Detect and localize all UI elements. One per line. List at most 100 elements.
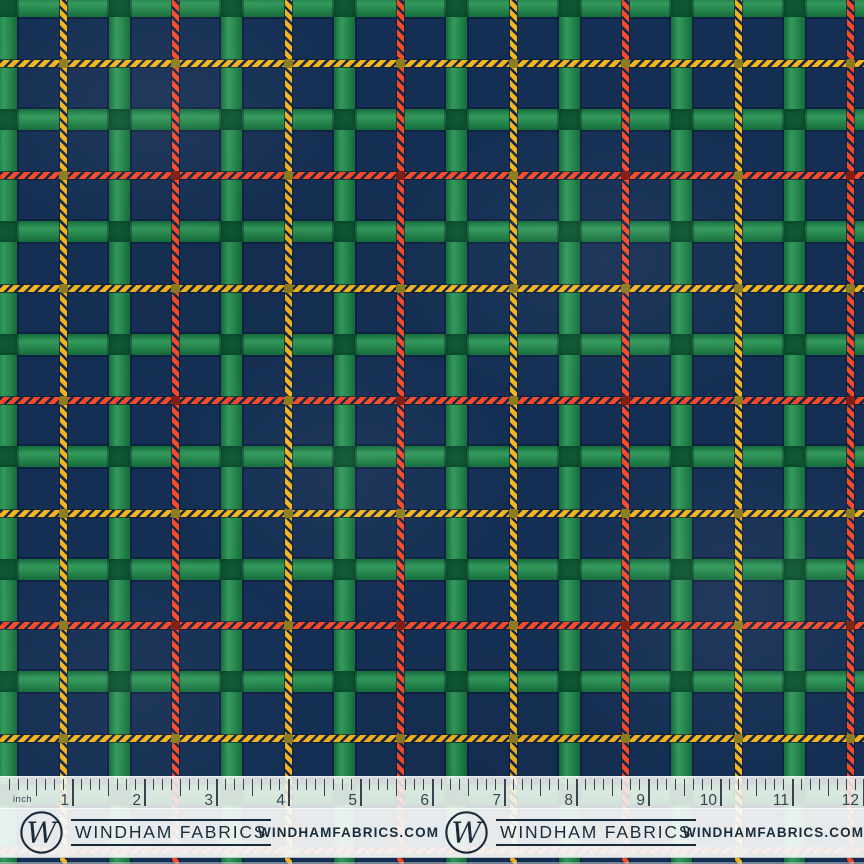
brand-domain: WINDHAMFABRICS.COM — [258, 824, 412, 842]
rope-crossing-dot — [846, 171, 855, 180]
ruler-tick — [522, 779, 523, 790]
rope-crossing-dot — [59, 284, 68, 293]
ruler-tick — [234, 779, 235, 790]
ruler-tick — [243, 779, 244, 790]
ruler-tick — [306, 779, 307, 790]
ruler-tick — [783, 779, 784, 790]
rope-crossing-dot — [734, 284, 743, 293]
ruler-tick — [657, 779, 658, 790]
ruler-tick — [387, 779, 388, 790]
band-crossing-square — [334, 671, 355, 692]
ruler-tick — [567, 779, 568, 790]
rope-crossing-dot — [846, 734, 855, 743]
band-crossing-square — [784, 109, 805, 130]
ruler-tick — [333, 779, 334, 790]
rope-crossing-dot — [846, 509, 855, 518]
band-crossing-square — [446, 559, 467, 580]
svg-text:W: W — [26, 815, 59, 849]
ruler-tick — [378, 779, 379, 790]
ruler-tick — [558, 779, 559, 790]
ruler-tick — [18, 779, 19, 790]
ruler-tick — [99, 779, 100, 790]
ruler-tick — [117, 779, 118, 790]
rope-crossing-dot — [621, 509, 630, 518]
brand-unit: WWINDHAM FABRICSWINDHAMFABRICS.COM — [0, 808, 440, 857]
ruler-tick — [189, 779, 190, 790]
ruler-tick — [360, 779, 362, 806]
brand-name: WINDHAM FABRICS — [496, 819, 696, 846]
band-crossing-square — [0, 446, 17, 467]
svg-text:W: W — [451, 815, 484, 849]
rope-crossing-dot — [284, 396, 293, 405]
ruler-tick — [504, 779, 506, 806]
rope-crossing-dot — [59, 59, 68, 68]
ruler-tick — [342, 779, 343, 790]
ruler-tick — [135, 779, 136, 790]
band-crossing-square — [671, 559, 692, 580]
band-crossing-square — [109, 334, 130, 355]
ruler-tick — [144, 779, 146, 806]
ruler-tick — [369, 779, 370, 790]
rope-crossing-dot — [171, 284, 180, 293]
ruler-tick — [576, 779, 578, 806]
band-crossing-square — [334, 446, 355, 467]
rope-crossing-dot — [846, 621, 855, 630]
rope-crossing-dot — [171, 509, 180, 518]
rope-crossing-dot — [59, 734, 68, 743]
ruler-tick — [693, 779, 694, 790]
band-crossing-square — [109, 109, 130, 130]
band-crossing-square — [784, 221, 805, 242]
rope-crossing-dot — [171, 171, 180, 180]
ruler-number: 3 — [173, 793, 213, 809]
inch-ruler: inch 123456789101112 — [0, 776, 864, 809]
rope-crossing-dot — [396, 284, 405, 293]
ruler-tick — [675, 779, 676, 790]
band-crossing-square — [0, 221, 17, 242]
band-crossing-square — [446, 334, 467, 355]
rope-crossing-dot — [284, 734, 293, 743]
fabric-product-image: inch 123456789101112 WWINDHAM FABRICSWIN… — [0, 0, 864, 864]
band-crossing-square — [559, 0, 580, 17]
windham-monogram-logo: W — [444, 810, 489, 855]
band-crossing-square — [0, 334, 17, 355]
band-crossing-square — [559, 446, 580, 467]
ruler-tick — [450, 779, 451, 790]
rope-crossing-dot — [621, 621, 630, 630]
rope-crossing-dot — [509, 734, 518, 743]
ruler-number: 8 — [533, 793, 573, 809]
ruler-tick — [405, 779, 406, 790]
ruler-tick — [729, 779, 730, 790]
ruler-tick — [54, 779, 55, 790]
band-crossing-square — [784, 559, 805, 580]
brand-domain: WINDHAMFABRICS.COM — [683, 824, 837, 842]
ruler-number: 7 — [461, 793, 501, 809]
band-crossing-square — [221, 559, 242, 580]
band-crossing-square — [446, 0, 467, 17]
ruler-tick — [810, 779, 811, 790]
ruler-tick — [45, 779, 46, 790]
ruler-number: 11 — [749, 793, 789, 809]
ruler-tick — [738, 779, 739, 790]
band-crossing-square — [334, 334, 355, 355]
band-crossing-square — [671, 0, 692, 17]
ruler-tick — [648, 779, 650, 806]
rope-crossing-dot — [396, 621, 405, 630]
rope-crossing-dot — [509, 509, 518, 518]
rope-crossing-dot — [396, 396, 405, 405]
ruler-tick — [846, 779, 847, 790]
ruler-tick — [315, 779, 316, 790]
rope-crossing-dot — [621, 171, 630, 180]
rope-crossing-dot — [846, 284, 855, 293]
rope-crossing-dot — [396, 59, 405, 68]
band-crossing-square — [221, 0, 242, 17]
rope-crossing-dot — [734, 734, 743, 743]
ruler-tick — [279, 779, 280, 790]
ruler-tick — [9, 779, 10, 790]
ruler-tick — [351, 779, 352, 790]
rope-crossing-dot — [621, 396, 630, 405]
rope-crossing-dot — [734, 509, 743, 518]
fabric-swatch — [0, 0, 864, 864]
ruler-number: 6 — [389, 793, 429, 809]
band-crossing-square — [446, 221, 467, 242]
ruler-number: 4 — [245, 793, 285, 809]
